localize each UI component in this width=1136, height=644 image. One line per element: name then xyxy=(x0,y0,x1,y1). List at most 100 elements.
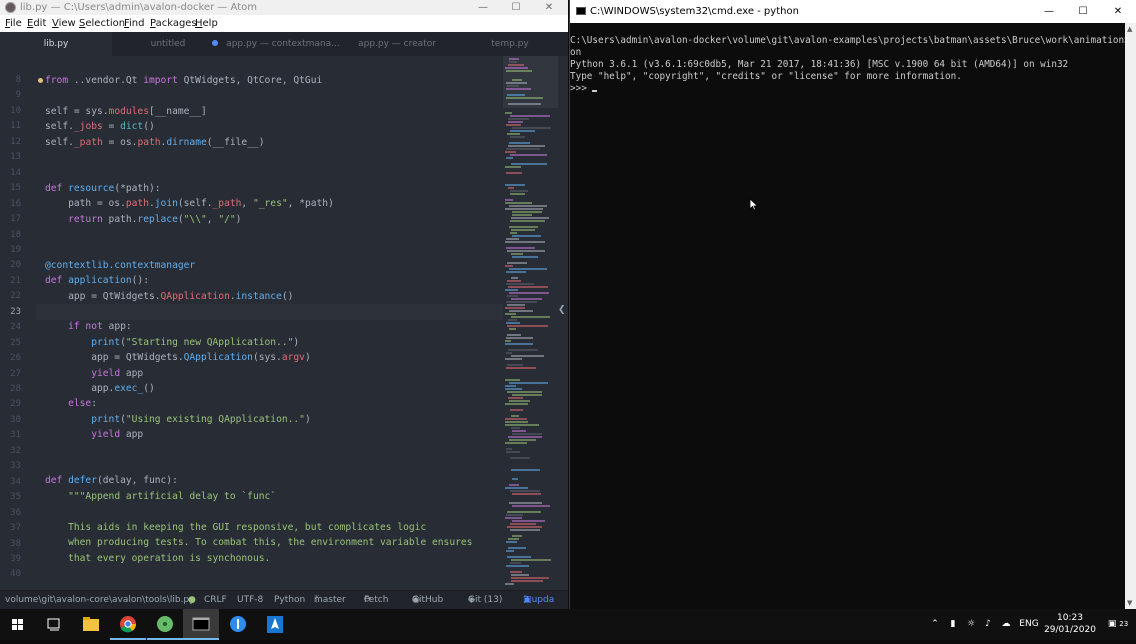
minimap-line xyxy=(508,286,548,288)
git-label: Git (13) xyxy=(468,595,503,605)
minimap-line xyxy=(510,220,545,222)
minimap-line xyxy=(505,358,522,360)
scroll-down-icon[interactable]: ▼ xyxy=(1127,599,1132,607)
taskbar-file-explorer[interactable] xyxy=(73,609,109,640)
minimap-line xyxy=(512,214,532,216)
code-line: self = sys.modules[__name__] xyxy=(45,106,207,117)
taskbar-chrome[interactable] xyxy=(110,609,146,640)
code-line: from ..vendor.Qt import QtWidgets, QtCor… xyxy=(45,75,323,86)
taskbar-cmd[interactable] xyxy=(183,609,219,640)
console-output[interactable]: C:\Users\admin\avalon-docker\volume\git\… xyxy=(570,23,1136,609)
volume-muted-icon[interactable]: ♪ xyxy=(980,609,996,640)
minimap-line xyxy=(505,166,521,168)
minimap-line xyxy=(507,262,527,264)
minimap-line xyxy=(505,340,511,342)
line-number: 15 xyxy=(10,183,21,194)
minimap-line xyxy=(505,289,518,291)
minimap-line xyxy=(508,103,541,105)
code-line: app = QtWidgets.QApplication.instance() xyxy=(45,291,294,302)
vertical-scrollbar[interactable]: ▲ ▼ xyxy=(1125,23,1136,609)
show-hidden-icons-chevron-icon[interactable]: ⌃ xyxy=(928,609,942,640)
cmd-icon xyxy=(576,7,586,15)
minimap-line xyxy=(508,547,526,549)
input-language[interactable]: ENG xyxy=(1016,609,1042,640)
onedrive-cloud-icon[interactable]: ☁ xyxy=(997,609,1015,640)
code-line: @contextlib.contextmanager xyxy=(45,260,196,271)
line-ending[interactable]: CRLF xyxy=(204,591,227,609)
minimize-button[interactable]: — xyxy=(466,0,500,15)
code-editor[interactable]: from ..vendor.Qt import QtWidgets, QtCor… xyxy=(45,56,503,590)
tab-app-py-contextmanager[interactable]: app.py — contextmana... xyxy=(212,32,342,56)
start-button[interactable] xyxy=(0,609,36,640)
minimap-line xyxy=(511,577,549,579)
minimap-line xyxy=(505,517,522,519)
menu-find[interactable]: Find xyxy=(124,15,145,32)
cmd-close-button[interactable]: ✕ xyxy=(1101,0,1135,23)
minimap-line xyxy=(508,538,519,540)
menu-packages[interactable]: Packages xyxy=(150,15,197,32)
minimap-line xyxy=(512,493,541,495)
menu-help[interactable]: Help xyxy=(195,15,218,32)
minimap[interactable] xyxy=(503,56,558,590)
minimap-line xyxy=(506,88,531,90)
action-center-button[interactable]: ▣ 23 xyxy=(1103,609,1133,640)
wifi-icon[interactable]: ☼ xyxy=(963,609,979,640)
minimap-line xyxy=(505,343,533,345)
menu-selection[interactable]: Selection xyxy=(79,15,125,32)
minimap-line xyxy=(505,385,516,387)
battery-icon[interactable]: ▮ xyxy=(945,609,961,640)
minimap-line xyxy=(511,574,529,576)
branch-label: master xyxy=(314,595,346,605)
tab-untitled[interactable]: untitled xyxy=(112,32,224,56)
code-line: when producing tests. To combat this, th… xyxy=(68,537,473,548)
menu-edit[interactable]: Edit xyxy=(27,15,46,32)
atom-titlebar[interactable]: lib.py — C:\Users\admin\avalon-docker — … xyxy=(0,0,568,15)
minimap-line xyxy=(510,193,525,195)
line-number: 37 xyxy=(10,523,21,534)
taskbar-app-blue[interactable] xyxy=(220,609,256,640)
minimap-line xyxy=(508,118,529,120)
minimap-line xyxy=(510,115,550,117)
code-line: print("Starting new QApplication..") xyxy=(91,337,300,348)
minimap-line xyxy=(505,202,532,204)
collapse-panel-chevron-icon[interactable]: ❮ xyxy=(558,305,566,315)
minimap-line xyxy=(509,226,538,228)
line-number-gutter: 8 9 10 11 12 13 14 15 16 17 18 19 20 21 22 23 24 25 26 27 28… xyxy=(0,56,36,590)
cmd-maximize-button[interactable]: ☐ xyxy=(1066,0,1100,23)
task-view-button[interactable] xyxy=(36,609,72,640)
minimap-line xyxy=(511,355,544,357)
minimap-line xyxy=(508,145,545,147)
encoding[interactable]: UTF-8 xyxy=(237,591,263,609)
taskbar-atom[interactable] xyxy=(147,609,183,640)
code-line: yield app xyxy=(91,368,144,379)
tab-temp-py[interactable]: temp.py xyxy=(452,32,568,56)
code-line: yield app xyxy=(91,429,144,440)
cmd-minimize-button[interactable]: — xyxy=(1032,0,1066,23)
code-line: that every operation is synchonous. xyxy=(68,553,271,564)
menu-file[interactable]: File xyxy=(5,15,22,32)
tab-lib-py[interactable]: lib.py xyxy=(0,32,112,56)
tab-app-py-creator[interactable]: app.py — creator xyxy=(342,32,452,56)
scroll-up-icon[interactable]: ▲ xyxy=(1127,25,1132,33)
taskbar-app-launcher[interactable] xyxy=(257,609,293,640)
maximize-button[interactable]: ☐ xyxy=(499,0,533,15)
minimap-line xyxy=(512,235,541,237)
minimap-line xyxy=(507,556,531,558)
file-path[interactable]: volume\git\avalon-core\avalon\tools\lib.… xyxy=(5,591,194,609)
cmd-titlebar[interactable]: C:\WINDOWS\system32\cmd.exe - python — ☐… xyxy=(570,0,1136,23)
line-number: 26 xyxy=(10,353,21,364)
modified-indicator-icon xyxy=(212,40,218,46)
minimap-line xyxy=(511,229,535,231)
console-line: Python 3.6.1 (v3.6.1:69c0db5, Mar 21 201… xyxy=(570,59,1069,70)
tab-bar: lib.py untitled app.py — contextmana... … xyxy=(0,32,568,56)
code-line: app = QtWidgets.QApplication(sys.argv) xyxy=(45,352,311,363)
minimap-line xyxy=(507,526,542,528)
clock-date: 29/01/2020 xyxy=(1044,625,1096,635)
minimap-line xyxy=(505,421,528,423)
close-button[interactable]: ✕ xyxy=(532,0,566,15)
minimap-line xyxy=(509,205,547,207)
menu-view[interactable]: View xyxy=(52,15,76,32)
grammar[interactable]: Python xyxy=(274,591,305,609)
clock[interactable]: 10:23 29/01/2020 xyxy=(1040,612,1100,636)
minimap-line xyxy=(511,253,523,255)
